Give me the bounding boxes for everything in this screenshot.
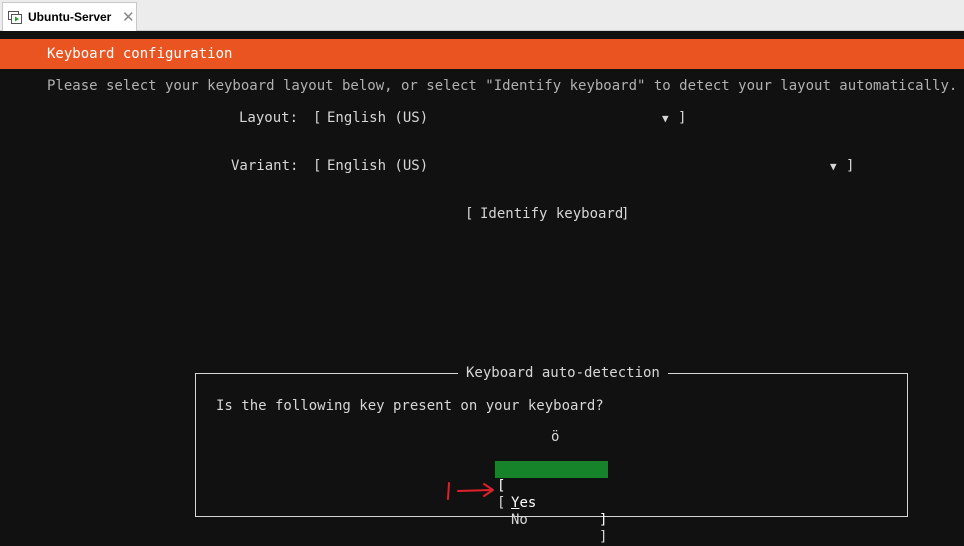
identify-open-bracket: [ (465, 206, 474, 222)
description-text: Please select your keyboard layout below… (47, 78, 958, 94)
tab-label: Ubuntu-Server (28, 10, 112, 24)
no-label: No (511, 512, 528, 528)
variant-open-bracket: [ (313, 158, 322, 174)
page-title: Keyboard configuration (47, 46, 233, 62)
layout-label: Layout: (239, 110, 299, 126)
close-icon[interactable]: ✕ (122, 8, 135, 26)
dialog-question: Is the following key present on your key… (216, 398, 604, 414)
yes-close-bracket: ] (599, 512, 608, 528)
identify-keyboard-label: Identify keyboard (480, 206, 624, 222)
yes-button[interactable]: [ Yes ] (495, 461, 608, 528)
no-open-bracket: [ (497, 495, 506, 511)
yes-label-rest: es (519, 495, 537, 511)
annotation-arrow-icon (447, 482, 494, 500)
layout-close-bracket: ] (678, 110, 687, 126)
tab-bar: Ubuntu-Server ✕ (0, 0, 964, 31)
layout-value: English (US) (327, 110, 429, 126)
vm-icon (8, 11, 22, 24)
chevron-down-icon: ▼ (662, 112, 669, 125)
no-close-bracket: ] (599, 529, 608, 545)
variant-label: Variant: (231, 158, 299, 174)
no-button[interactable]: [ No ] (496, 478, 608, 545)
installer-header: Keyboard configuration (0, 39, 964, 69)
layout-open-bracket: [ (313, 110, 322, 126)
variant-value: English (US) (327, 158, 429, 174)
chevron-down-icon: ▼ (830, 160, 837, 173)
dialog-title: Keyboard auto-detection (458, 365, 668, 381)
auto-detection-dialog: Keyboard auto-detection (195, 365, 908, 517)
vm-tab[interactable]: Ubuntu-Server ✕ (2, 2, 137, 31)
identify-close-bracket: ] (621, 206, 630, 222)
key-glyph: ö (551, 429, 560, 445)
variant-close-bracket: ] (846, 158, 855, 174)
